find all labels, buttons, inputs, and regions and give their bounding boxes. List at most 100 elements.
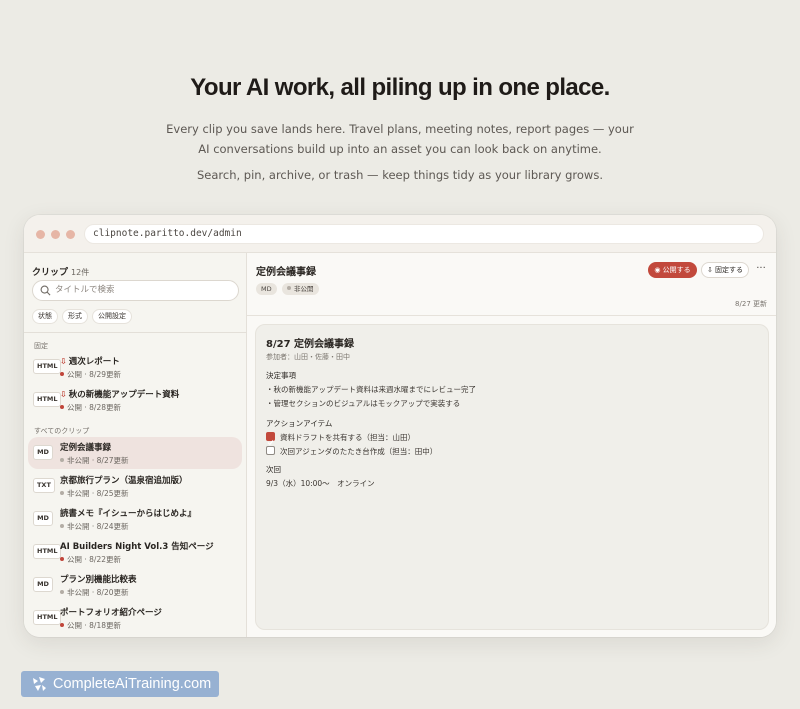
format-badge: HTML xyxy=(33,359,62,374)
private-dot xyxy=(60,491,64,495)
format-badge: MD xyxy=(33,577,53,592)
next-meeting: 9/3（水）10:00〜 オンライン xyxy=(266,479,375,488)
clip-updated: 8/28更新 xyxy=(89,403,121,412)
filter-status[interactable]: 状態 xyxy=(32,309,58,324)
sidebar-title: クリップ xyxy=(32,268,69,278)
decisions-heading: 決定事項 xyxy=(266,371,296,380)
clip-updated: 8/22更新 xyxy=(89,555,121,564)
pin-button-label: 固定する xyxy=(715,266,744,274)
private-dot xyxy=(60,590,64,594)
publish-button[interactable]: ◉ 公開する xyxy=(648,262,697,278)
sidebar-divider xyxy=(24,332,247,333)
clip-item[interactable]: TXT 京都旅行プラン（温泉宿追加版） 非公開 · 8/25更新 xyxy=(28,470,242,502)
document-title: 8/27 定例会議事録 xyxy=(266,339,355,350)
clip-status: 公開 xyxy=(67,621,82,630)
clip-title: 定例会議事録 xyxy=(60,443,112,453)
all-clips-section-label: すべてのクリップ xyxy=(34,427,90,435)
public-dot xyxy=(60,557,64,561)
hero-description: Every clip you save lands here. Travel p… xyxy=(150,119,650,159)
clip-title: AI Builders Night Vol.3 告知ページ xyxy=(60,542,214,552)
public-dot xyxy=(60,623,64,627)
public-dot xyxy=(60,405,64,409)
clip-updated: 8/24更新 xyxy=(96,522,129,531)
clip-status: 非公開 xyxy=(67,588,90,597)
search-icon xyxy=(40,285,51,296)
clip-item[interactable]: HTML ポートフォリオ紹介ページ 公開 · 8/18更新 xyxy=(28,602,242,634)
next-heading: 次回 xyxy=(266,465,281,474)
window-minimize-dot[interactable] xyxy=(51,230,60,239)
action-item-text: 次回アジェンダのたたき台作成（担当：田中） xyxy=(280,447,438,456)
watermark-text: CompleteAiTraining.com xyxy=(53,676,212,692)
format-badge: MD xyxy=(33,511,53,526)
search-placeholder: タイトルで検索 xyxy=(55,285,115,295)
document-attendees: 参加者：山田・佐藤・田中 xyxy=(266,353,350,361)
clip-item[interactable]: HTML AI Builders Night Vol.3 告知ページ 公開 · … xyxy=(28,536,242,568)
pin-icon: ⇩ xyxy=(706,266,713,274)
sidebar-heading: クリップ 12件 xyxy=(32,265,89,278)
clip-sidebar: クリップ 12件 タイトルで検索 状態 形式 公開設定 固定 HTML ⇩ 週次レポ… xyxy=(24,253,247,637)
filter-format[interactable]: 形式 xyxy=(62,309,88,324)
private-dot xyxy=(287,286,291,290)
address-bar[interactable]: clipnote.paritto.dev/admin xyxy=(84,224,764,244)
clip-title: 読書メモ『イシューからはじめよ』 xyxy=(60,509,197,519)
format-badge: TXT xyxy=(33,478,55,493)
format-tag: MD xyxy=(256,283,277,295)
format-badge: HTML xyxy=(33,392,62,407)
pinned-clip-item[interactable]: HTML ⇩ 週次レポート 公開 · 8/29更新 xyxy=(28,351,242,383)
clip-status: 公開 xyxy=(67,403,82,412)
clip-status: 非公開 xyxy=(67,489,90,498)
clip-updated: 8/25更新 xyxy=(96,489,129,498)
clip-item-selected[interactable]: MD 定例会議事録 非公開 · 8/27更新 xyxy=(28,437,242,469)
document-preview: 8/27 定例会議事録 参加者：山田・佐藤・田中 決定事項 ・秋の新機能アップデ… xyxy=(255,324,769,630)
detail-divider xyxy=(247,315,776,316)
hero-subtitle: Search, pin, archive, or trash — keep th… xyxy=(196,168,603,182)
public-dot xyxy=(60,372,64,376)
clip-count: 12件 xyxy=(71,268,90,277)
detail-updated: 8/27 更新 xyxy=(735,300,767,308)
format-badge: HTML xyxy=(33,610,62,625)
browser-window: clipnote.paritto.dev/admin クリップ 12件 タイトルで… xyxy=(24,215,776,637)
clip-title: プラン別機能比較表 xyxy=(60,575,137,585)
browser-titlebar: clipnote.paritto.dev/admin xyxy=(24,215,776,253)
hero-description-line: Every clip you save lands here. Travel p… xyxy=(166,122,634,136)
pinned-section-label: 固定 xyxy=(34,342,48,350)
private-dot xyxy=(60,458,64,462)
clip-item[interactable]: MD プラン別機能比較表 非公開 · 8/20更新 xyxy=(28,569,242,601)
clip-title: 秋の新機能アップデート資料 xyxy=(68,390,180,400)
decision-item: ・秋の新機能アップデート資料は来週水曜までにレビュー完了 xyxy=(266,385,476,394)
watermark-badge: CompleteAiTraining.com xyxy=(21,671,219,697)
window-maximize-dot[interactable] xyxy=(66,230,75,239)
pin-icon: ⇩ xyxy=(60,390,67,399)
clip-item[interactable]: MD 読書メモ『イシューからはじめよ』 非公開 · 8/24更新 xyxy=(28,503,242,535)
clip-title: ポートフォリオ紹介ページ xyxy=(60,608,162,618)
action-checkbox-unchecked[interactable] xyxy=(266,446,275,455)
more-menu-button[interactable]: ··· xyxy=(753,262,769,278)
filter-bar: 状態 形式 公開設定 xyxy=(32,309,132,324)
clip-status: 公開 xyxy=(67,370,82,379)
window-close-dot[interactable] xyxy=(36,230,45,239)
action-checkbox-checked[interactable] xyxy=(266,432,275,446)
pinned-clip-item[interactable]: HTML ⇩ 秋の新機能アップデート資料 公開 · 8/28更新 xyxy=(28,384,242,416)
clip-detail-panel: 定例会議事録 MD 非公開 ◉ 公開する ⇩ 固定する ··· 8/27 更新 … xyxy=(247,253,776,637)
clip-updated: 8/20更新 xyxy=(96,588,129,597)
filter-visibility[interactable]: 公開設定 xyxy=(92,309,132,324)
visibility-tag: 非公開 xyxy=(282,283,319,295)
clip-status: 非公開 xyxy=(67,456,90,465)
clip-status: 公開 xyxy=(67,555,82,564)
hero-description-line: AI conversations build up into an asset … xyxy=(198,142,602,156)
clip-updated: 8/27更新 xyxy=(96,456,129,465)
private-dot xyxy=(60,524,64,528)
search-input[interactable]: タイトルで検索 xyxy=(32,280,239,301)
logo-icon xyxy=(33,677,46,691)
publish-button-label: 公開する xyxy=(662,266,691,274)
clip-status: 非公開 xyxy=(67,522,90,531)
clip-updated: 8/29更新 xyxy=(89,370,121,379)
actions-heading: アクションアイテム xyxy=(266,419,333,428)
format-badge: MD xyxy=(33,445,53,460)
detail-title: 定例会議事録 xyxy=(256,267,316,278)
visibility-tag-label: 非公開 xyxy=(294,285,314,293)
decision-item: ・管理セクションのビジュアルはモックアップで実装する xyxy=(266,399,461,408)
pin-button[interactable]: ⇩ 固定する xyxy=(701,262,749,278)
clip-updated: 8/18更新 xyxy=(89,621,121,630)
action-item-text: 資料ドラフトを共有する（担当：山田） xyxy=(280,433,415,442)
